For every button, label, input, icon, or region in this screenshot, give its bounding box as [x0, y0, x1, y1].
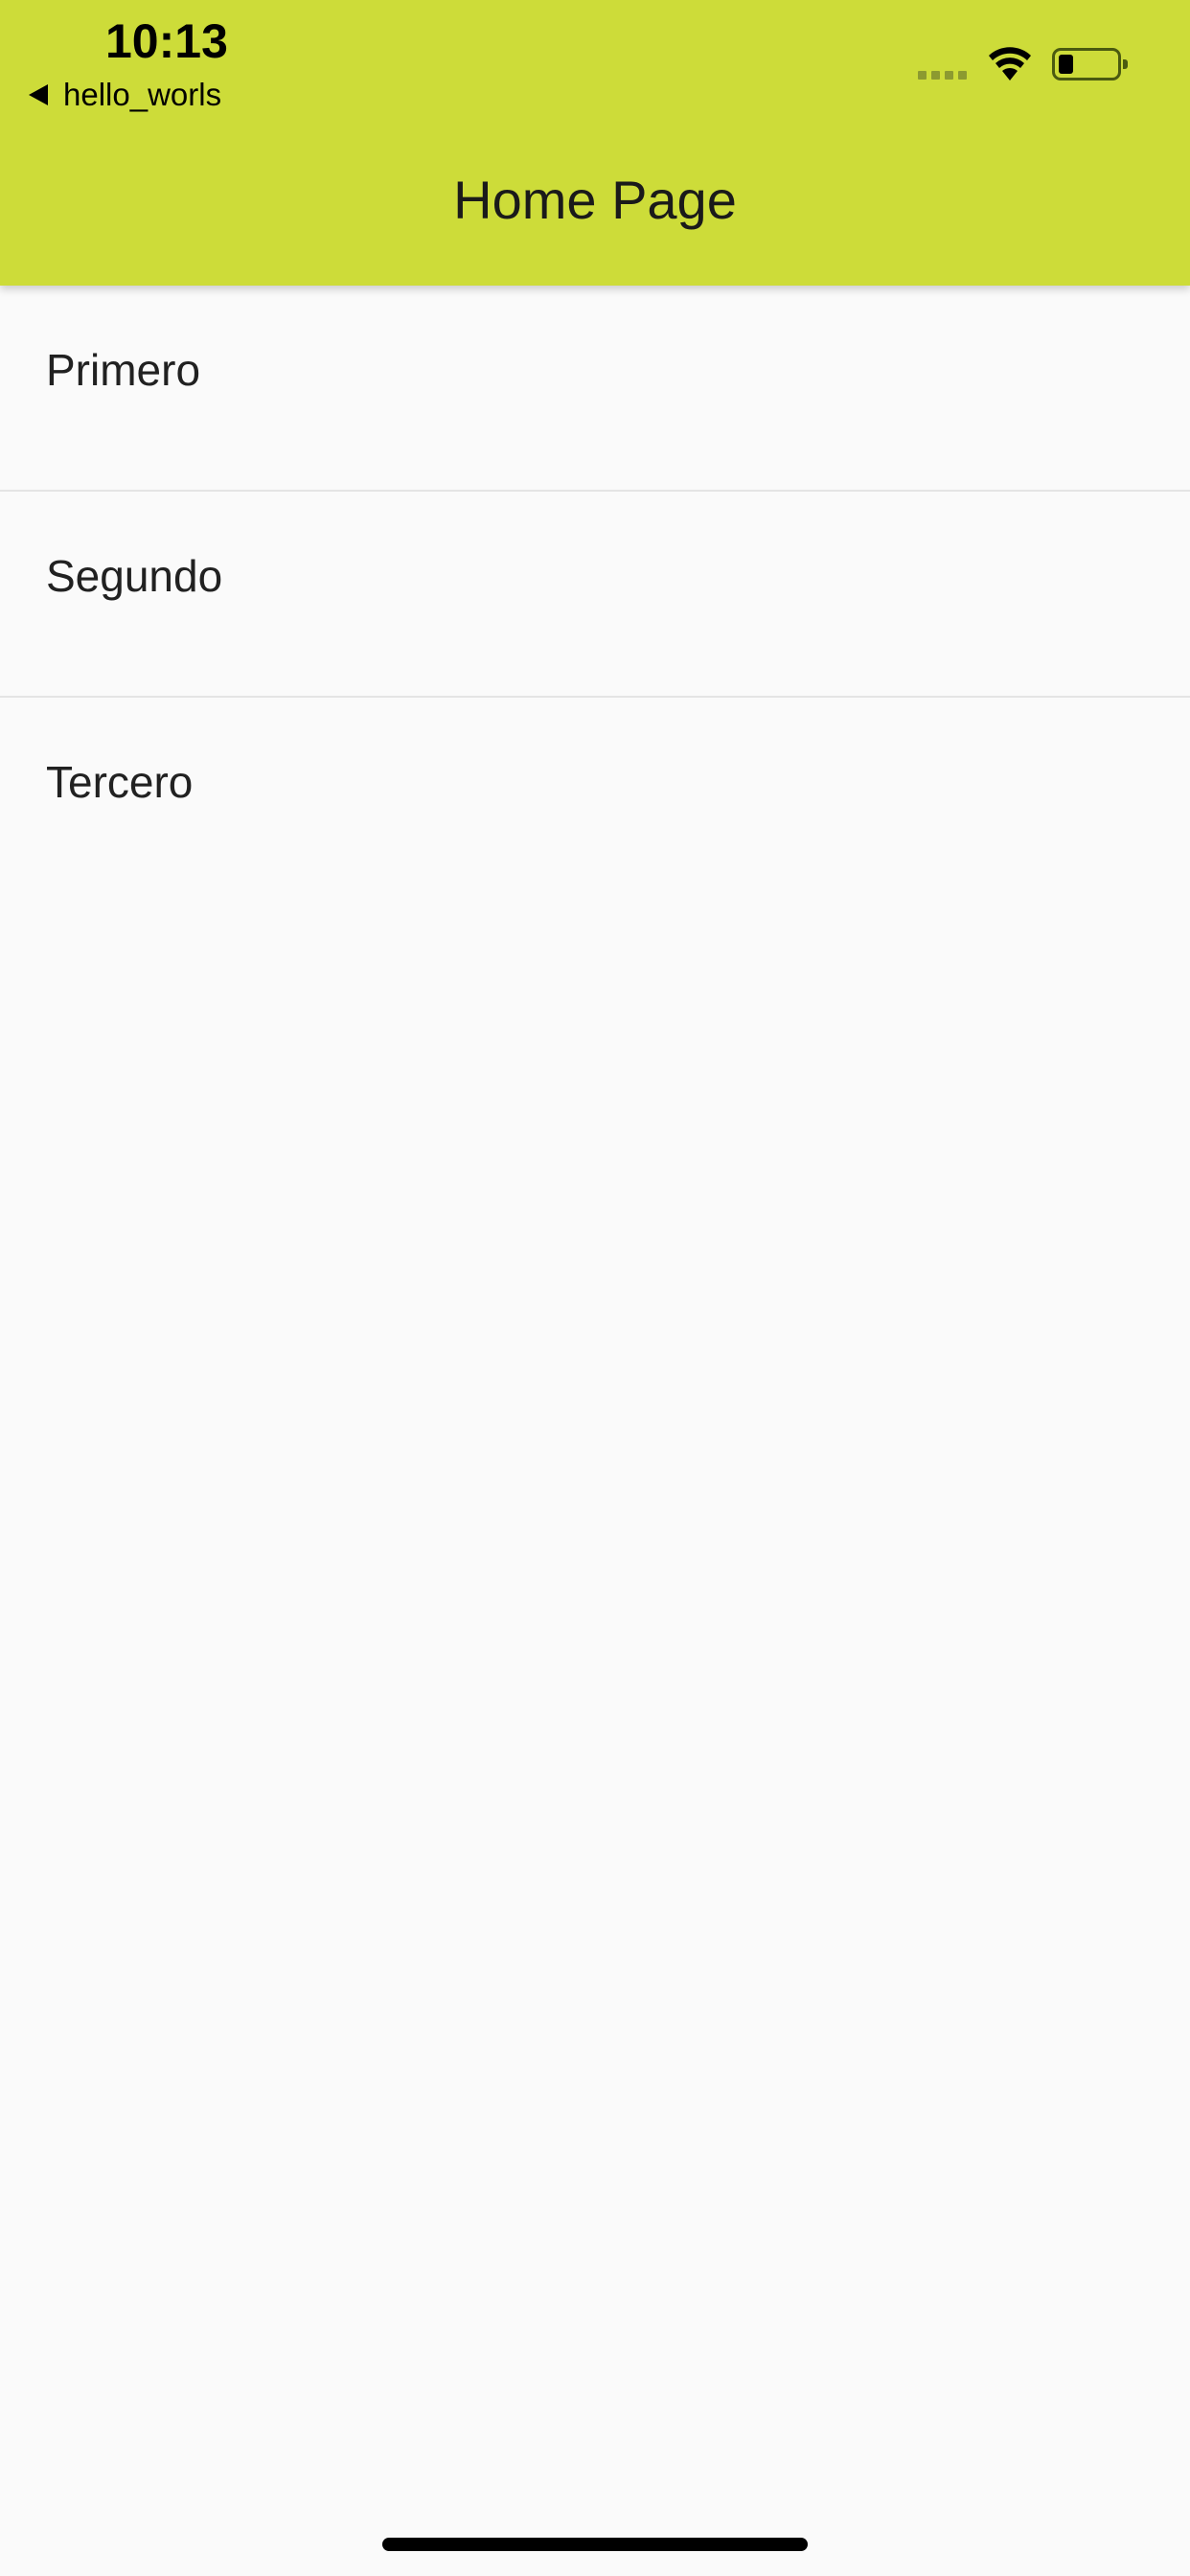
- app-bar: 10:13 hello_worls Home Page: [0, 0, 1190, 286]
- battery-cap: [1123, 59, 1128, 69]
- status-time: 10:13: [105, 14, 228, 68]
- home-indicator[interactable]: [382, 2538, 808, 2551]
- list-item-label: Primero: [46, 345, 201, 395]
- screen: 10:13 hello_worls Home Page Primero Segu…: [0, 0, 1190, 2576]
- battery-fill: [1059, 55, 1073, 74]
- list-item-label: Tercero: [46, 757, 194, 807]
- page-title: Home Page: [453, 170, 737, 230]
- back-triangle-icon: [29, 84, 48, 105]
- list-item[interactable]: Segundo: [0, 492, 1190, 698]
- back-to-app-link[interactable]: hello_worls: [29, 77, 221, 113]
- list-item-label: Segundo: [46, 551, 223, 601]
- wifi-icon: [989, 47, 1031, 80]
- signal-dots-icon: [918, 71, 967, 80]
- back-app-label: hello_worls: [63, 77, 222, 112]
- battery-icon: [1052, 48, 1128, 80]
- item-list: Primero Segundo Tercero: [0, 286, 1190, 904]
- list-item[interactable]: Primero: [0, 286, 1190, 492]
- list-item[interactable]: Tercero: [0, 698, 1190, 904]
